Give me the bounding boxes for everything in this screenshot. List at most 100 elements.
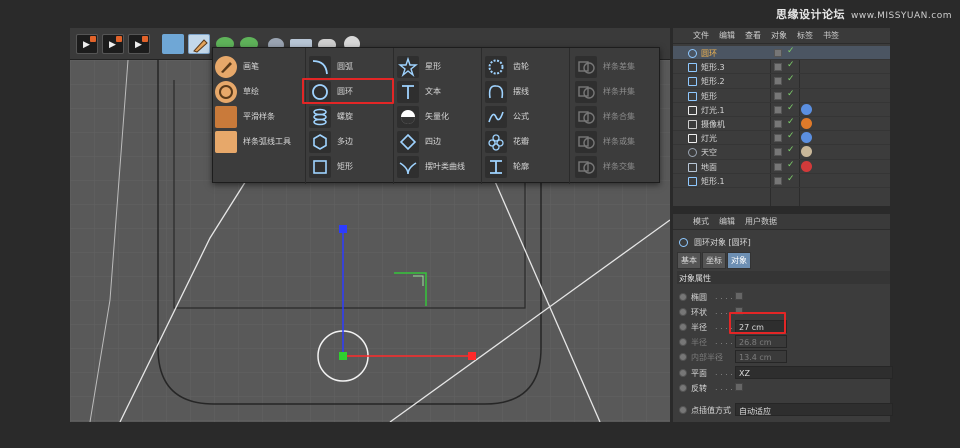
object-row[interactable]: 地面 ✓ xyxy=(673,160,890,174)
animate-radio[interactable] xyxy=(679,369,687,377)
render-picture-icon[interactable] xyxy=(102,34,124,54)
enabled-check-icon[interactable]: ✓ xyxy=(787,131,795,141)
object-row[interactable]: 圆环 ✓ xyxy=(673,46,890,61)
animate-radio[interactable] xyxy=(679,323,687,331)
visibility-toggle[interactable] xyxy=(774,162,782,171)
object-row[interactable]: 矩形 ✓ xyxy=(673,89,890,103)
spline-subtract-icon xyxy=(575,55,597,78)
object-row[interactable]: 矩形.2 ✓ xyxy=(673,74,890,89)
property-checkbox[interactable] xyxy=(735,383,743,391)
menu-item-vectorizer[interactable]: 矢量化 xyxy=(395,104,481,129)
menu-item-formula[interactable]: 公式 xyxy=(483,104,569,129)
viewport-bottom-bar xyxy=(70,422,670,448)
menu-item-4side[interactable]: 四边 xyxy=(395,129,481,154)
enabled-check-icon[interactable]: ✓ xyxy=(787,46,795,56)
visibility-toggle[interactable] xyxy=(774,148,782,157)
visibility-toggle[interactable] xyxy=(774,119,782,128)
render-settings-icon[interactable] xyxy=(128,34,150,54)
axis-center-handle[interactable] xyxy=(339,352,347,360)
animate-radio[interactable] xyxy=(679,406,687,414)
visibility-toggle[interactable] xyxy=(774,77,782,86)
render-view-icon[interactable] xyxy=(76,34,98,54)
enabled-check-icon[interactable]: ✓ xyxy=(787,117,795,127)
menu-item-cycloid[interactable]: 摆线 xyxy=(483,79,569,104)
camera-icon xyxy=(688,119,697,129)
menu-item-arc[interactable]: 圆弧 xyxy=(307,54,393,79)
visibility-toggle[interactable] xyxy=(774,63,782,72)
material-tag-icon[interactable] xyxy=(801,160,812,172)
radius-highlight-box xyxy=(729,312,786,334)
object-row[interactable]: 灯光 ✓ xyxy=(673,131,890,146)
target-tag-icon[interactable] xyxy=(801,132,812,144)
property-dropdown[interactable]: XZ xyxy=(735,366,893,379)
pen-spline-icon[interactable] xyxy=(188,34,210,54)
object-manager-menu: 文件 编辑 查看 对象 标签 书签 xyxy=(673,28,890,44)
menu-item-rectangle[interactable]: 矩形 xyxy=(307,154,393,179)
menu-item-nside[interactable]: 多边 xyxy=(307,129,393,154)
menu-item-helix[interactable]: 螺旋 xyxy=(307,104,393,129)
tab-basic[interactable]: 基本 xyxy=(677,252,701,269)
text-icon xyxy=(397,80,419,103)
enabled-check-icon[interactable]: ✓ xyxy=(787,60,795,70)
protect-tag-icon[interactable] xyxy=(801,117,812,129)
menu-attr-edit[interactable]: 编辑 xyxy=(719,216,735,227)
menu-file[interactable]: 文件 xyxy=(693,30,709,41)
property-checkbox[interactable] xyxy=(735,292,743,300)
property-label: 半径 xyxy=(691,323,707,332)
menu-item-star[interactable]: 星形 xyxy=(395,54,481,79)
menu-item-pen[interactable]: 画笔 xyxy=(213,54,299,79)
menu-item-cissoid[interactable]: 摆叶类曲线 xyxy=(395,154,481,179)
spline-and-icon xyxy=(575,105,597,128)
animate-radio[interactable] xyxy=(679,308,687,316)
object-row[interactable]: 摄像机 ✓ xyxy=(673,117,890,132)
menu-bookmarks[interactable]: 书签 xyxy=(823,30,839,41)
visibility-toggle[interactable] xyxy=(774,105,782,114)
menu-item-text[interactable]: 文本 xyxy=(395,79,481,104)
diamond-icon xyxy=(397,130,419,153)
y-axis-tip[interactable] xyxy=(339,225,347,233)
object-row[interactable]: 矩形.3 ✓ xyxy=(673,60,890,75)
menu-mode[interactable]: 模式 xyxy=(693,216,709,227)
menu-objects[interactable]: 对象 xyxy=(771,30,787,41)
attribute-manager: 模式 编辑 用户数据 圆环对象 [圆环] 基本 坐标 对象 对象属性 椭圆. .… xyxy=(673,214,893,422)
object-row[interactable]: 矩形.1 ✓ xyxy=(673,174,890,188)
cube-icon[interactable] xyxy=(162,34,184,54)
animate-radio[interactable] xyxy=(679,384,687,392)
object-row[interactable]: 天空 ✓ xyxy=(673,145,890,160)
enabled-check-icon[interactable]: ✓ xyxy=(787,145,795,155)
watermark-text: 思缘设计论坛 xyxy=(775,8,845,21)
visibility-toggle[interactable] xyxy=(774,91,782,100)
visibility-toggle[interactable] xyxy=(774,49,782,57)
enabled-check-icon[interactable]: ✓ xyxy=(787,160,795,170)
menu-item-spline-arc-tool[interactable]: 样条弧线工具 xyxy=(213,129,299,154)
visibility-toggle[interactable] xyxy=(774,176,782,185)
texture-tag-icon[interactable] xyxy=(801,146,812,158)
menu-item-flower[interactable]: 花瓣 xyxy=(483,129,569,154)
object-row[interactable]: 灯光.1 ✓ xyxy=(673,103,890,117)
menu-view[interactable]: 查看 xyxy=(745,30,761,41)
tab-coord[interactable]: 坐标 xyxy=(702,252,726,269)
menu-edit[interactable]: 编辑 xyxy=(719,30,735,41)
property-dropdown[interactable]: 自动适应 xyxy=(735,403,893,416)
menu-user-data[interactable]: 用户数据 xyxy=(745,216,777,227)
tab-object[interactable]: 对象 xyxy=(727,252,751,269)
animate-radio[interactable] xyxy=(679,353,687,361)
x-axis-tip[interactable] xyxy=(468,352,476,360)
enabled-check-icon[interactable]: ✓ xyxy=(787,103,795,113)
enabled-check-icon[interactable]: ✓ xyxy=(787,89,795,99)
sketch-icon xyxy=(215,80,237,103)
spline-icon xyxy=(688,91,697,101)
menu-tags[interactable]: 标签 xyxy=(797,30,813,41)
target-tag-icon[interactable] xyxy=(801,103,812,115)
enabled-check-icon[interactable]: ✓ xyxy=(787,174,795,184)
animate-radio[interactable] xyxy=(679,338,687,346)
enabled-check-icon[interactable]: ✓ xyxy=(787,74,795,84)
visibility-toggle[interactable] xyxy=(774,134,782,143)
animate-radio[interactable] xyxy=(679,293,687,301)
object-manager: 文件 编辑 查看 对象 标签 书签 圆环 ✓ 矩形.3 ✓ 矩形.2 ✓ 矩形 ✓ 灯光.1 ✓ 摄… xyxy=(673,28,890,206)
menu-item-cogwheel[interactable]: 齿轮 xyxy=(483,54,569,79)
menu-item-profile[interactable]: 轮廓 xyxy=(483,154,569,179)
menu-item-spline-smooth[interactable]: 平滑样条 xyxy=(213,104,299,129)
sky-icon xyxy=(688,148,697,158)
menu-item-sketch[interactable]: 草绘 xyxy=(213,79,299,104)
